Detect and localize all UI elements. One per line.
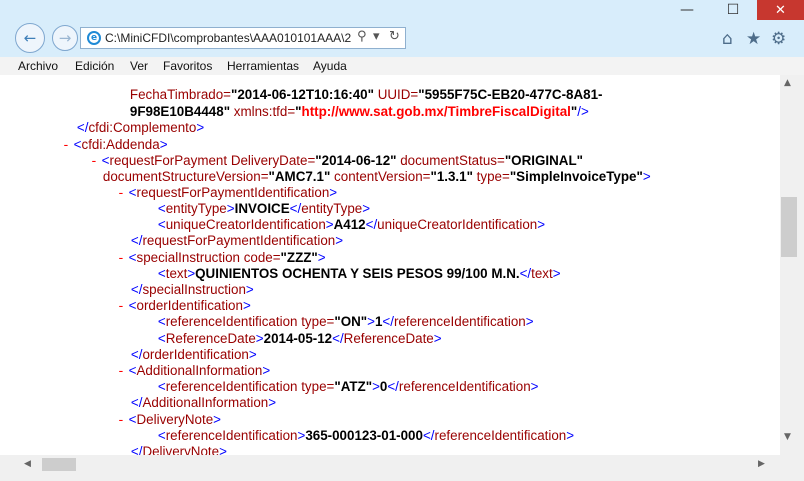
vertical-scrollbar[interactable] [780, 75, 804, 455]
xml-bracket: < [124, 363, 137, 378]
collapse-toggle[interactable]: - [117, 299, 125, 314]
close-button[interactable]: ✕ [757, 0, 804, 20]
xml-value: "SimpleInvoiceType" [509, 169, 643, 184]
scroll-up-icon[interactable]: ▲ [784, 78, 791, 88]
scroll-left-icon[interactable]: ◀ [24, 459, 31, 469]
menu-favoritos[interactable]: Favoritos [163, 59, 212, 73]
collapse-toggle[interactable]: - [62, 138, 70, 153]
collapse-toggle[interactable]: - [117, 364, 125, 379]
menu-bar: Archivo Edición Ver Favoritos Herramient… [0, 57, 804, 76]
xml-bracket: > [552, 266, 561, 281]
xml-value: "ATZ" [334, 379, 373, 394]
xml-namespace-url: http://www.sat.gob.mx/TimbreFiscalDigita… [301, 104, 571, 119]
xml-bracket: </ [332, 331, 344, 346]
xml-bracket: > [372, 379, 380, 394]
minimize-button[interactable]: — [664, 0, 710, 20]
horizontal-scrollbar[interactable] [0, 455, 780, 473]
xml-attr: type= [472, 169, 510, 184]
xml-attr: xmlns:tfd= [230, 104, 296, 119]
xml-bracket: < [124, 412, 137, 427]
xml-bracket: </ [387, 379, 399, 394]
dropdown-icon[interactable]: ▾ [373, 29, 380, 44]
xml-text: 365-000123-01-000 [305, 428, 423, 443]
xml-bracket: </ [365, 217, 378, 232]
menu-ver[interactable]: Ver [130, 59, 148, 73]
xml-tag: text [531, 266, 553, 281]
refresh-icon[interactable]: ↻ [389, 29, 400, 44]
status-strip [0, 473, 780, 481]
xml-bracket: < [124, 298, 137, 313]
ie-logo-icon: e [87, 31, 101, 45]
collapse-toggle[interactable]: - [117, 186, 125, 201]
xml-bracket: > [433, 331, 442, 346]
horizontal-scroll-thumb[interactable] [42, 458, 76, 471]
xml-tag: uniqueCreatorIdentification [377, 217, 538, 232]
xml-tag: referenceIdentification [398, 379, 531, 394]
xml-tag: referenceIdentification [434, 428, 567, 443]
xml-line: - <buyer> [102, 444, 178, 455]
xml-bracket: > [335, 233, 344, 248]
xml-bracket: > [268, 395, 277, 410]
xml-attr: type= [297, 379, 335, 394]
xml-bracket: > [196, 120, 205, 135]
scroll-down-icon[interactable]: ▼ [784, 432, 791, 442]
menu-edicion[interactable]: Edición [75, 59, 114, 73]
xml-viewer: FechaTimbrado="2014-06-12T10:16:40" UUID… [0, 75, 780, 455]
xml-bracket: > [525, 314, 534, 329]
xml-bracket: </ [519, 266, 532, 281]
menu-archivo[interactable]: Archivo [18, 59, 58, 73]
arrow-left-icon: ← [23, 29, 37, 47]
home-icon[interactable]: ⌂ [722, 29, 733, 49]
forward-button[interactable]: → [52, 25, 78, 51]
collapse-toggle[interactable]: - [117, 413, 125, 428]
menu-ayuda[interactable]: Ayuda [313, 59, 347, 73]
title-bar: — ☐ ✕ ← → e C:\MiniCFDI\comprobantes\AAA… [0, 0, 804, 58]
xml-bracket: > [255, 331, 264, 346]
xml-attr: contentVersion= [330, 169, 431, 184]
menu-herramientas[interactable]: Herramientas [227, 59, 299, 73]
xml-tag: ReferenceDate [343, 331, 434, 346]
xml-text: 2014-05-12 [263, 331, 333, 346]
arrow-right-icon: → [58, 29, 72, 47]
vertical-scroll-thumb[interactable] [781, 197, 797, 257]
favorites-star-icon[interactable]: ★ [746, 29, 761, 49]
gear-icon[interactable]: ⚙ [771, 29, 786, 49]
scroll-corner [780, 455, 804, 481]
xml-bracket: > [642, 169, 651, 184]
address-input[interactable]: C:\MiniCFDI\comprobantes\AAA010101AAA\2 [105, 31, 353, 45]
xml-value: "1.3.1" [430, 169, 473, 184]
address-bar[interactable]: e C:\MiniCFDI\comprobantes\AAA010101AAA\… [80, 27, 406, 49]
maximize-button[interactable]: ☐ [710, 0, 756, 20]
xml-bracket: </ [422, 428, 435, 443]
xml-bracket: > [219, 444, 227, 455]
back-button[interactable]: ← [15, 23, 45, 53]
collapse-toggle[interactable]: - [117, 251, 125, 266]
xml-bracket: > [566, 428, 575, 443]
xml-bracket: /> [577, 104, 589, 119]
search-icon[interactable]: ⚲ [357, 29, 367, 44]
xml-bracket: < [124, 185, 137, 200]
scroll-right-icon[interactable]: ▶ [758, 459, 765, 469]
xml-bracket: > [537, 217, 546, 232]
xml-bracket: < [124, 250, 137, 265]
xml-bracket: > [530, 379, 539, 394]
